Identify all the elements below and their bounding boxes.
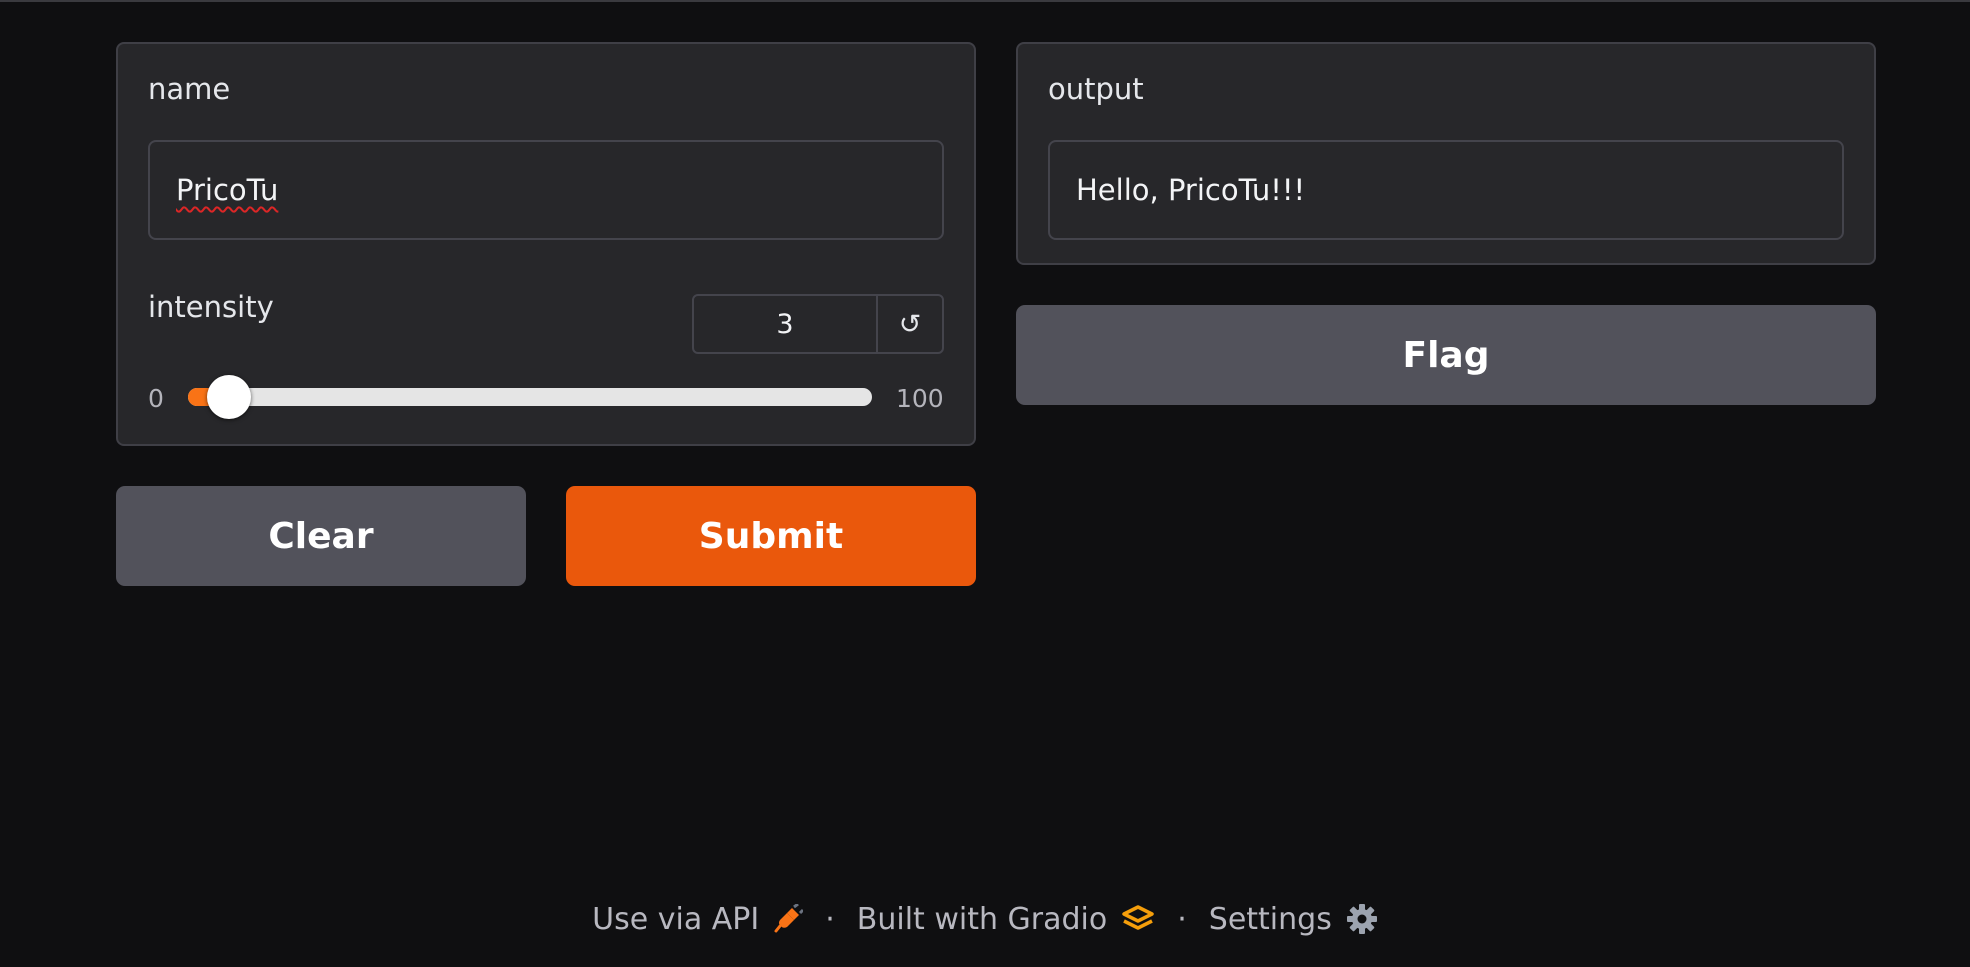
footer: Use via API · Built with Gradio · Settin… [0,894,1970,944]
plug-icon [773,904,804,934]
use-via-api-link[interactable]: Use via API [592,901,804,937]
footer-separator: · [1177,901,1187,937]
output-value: Hello, PricoTu!!! [1076,173,1306,207]
footer-separator: · [825,901,835,937]
flag-button[interactable]: Flag [1016,305,1876,405]
use-via-api-label: Use via API [592,901,760,937]
intensity-slider-thumb[interactable] [207,375,252,419]
gear-icon [1346,903,1378,935]
input-panel: name PricoTu intensity 3 ↺ 0 100 [116,42,976,446]
submit-button[interactable]: Submit [566,486,976,586]
built-with-gradio-label: Built with Gradio [856,901,1108,937]
slider-min-label: 0 [148,384,164,413]
intensity-label: intensity [148,290,274,324]
built-with-gradio-link[interactable]: Built with Gradio [857,902,1155,937]
output-panel: output Hello, PricoTu!!! [1016,42,1876,265]
intensity-slider-track[interactable] [188,388,872,406]
name-input[interactable]: PricoTu [148,140,944,240]
intensity-value[interactable]: 3 [694,296,878,352]
output-textbox[interactable]: Hello, PricoTu!!! [1048,140,1844,240]
output-label: output [1048,72,1144,106]
top-border [0,0,1970,2]
name-input-value: PricoTu [176,173,279,207]
reset-icon[interactable]: ↺ [878,296,942,352]
clear-button[interactable]: Clear [116,486,526,586]
name-label: name [148,72,231,106]
settings-link[interactable]: Settings [1209,902,1378,937]
intensity-number-input[interactable]: 3 ↺ [692,294,944,354]
settings-label: Settings [1208,901,1332,937]
gradio-logo-icon [1121,904,1155,934]
slider-max-label: 100 [896,384,944,413]
